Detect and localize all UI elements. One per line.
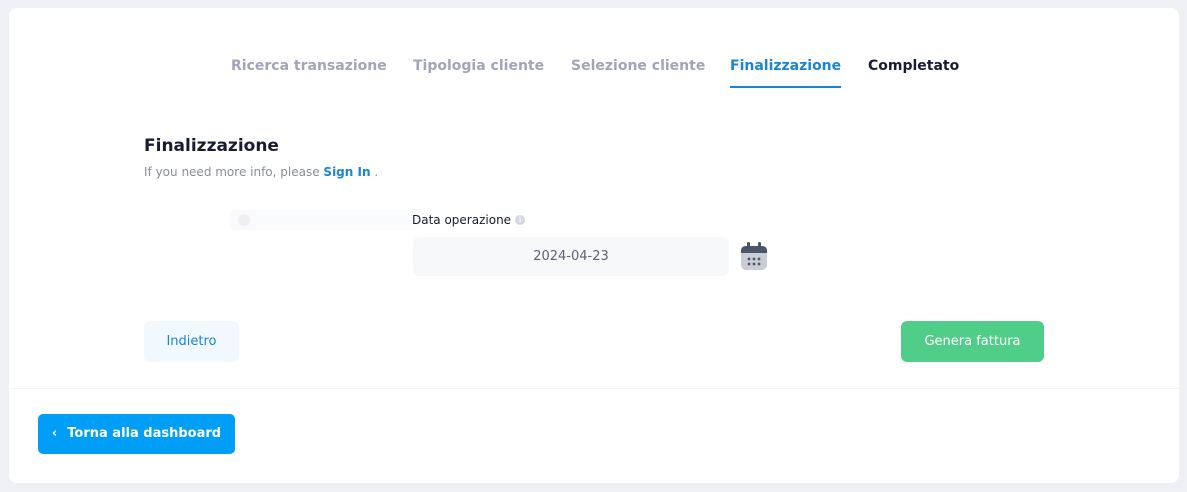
page-subtitle: If you need more info, please Sign In . <box>144 165 378 179</box>
info-icon[interactable]: i <box>515 215 526 225</box>
generate-invoice-button[interactable]: Genera fattura <box>901 321 1044 362</box>
step-selezione-cliente[interactable]: Selezione cliente <box>571 56 705 86</box>
faded-field-placeholder <box>230 210 420 230</box>
step-finalizzazione[interactable]: Finalizzazione <box>730 56 842 88</box>
step-ricerca-transazione[interactable]: Ricerca transazione <box>231 56 387 86</box>
step-completato[interactable]: Completato <box>868 56 959 86</box>
date-field-label: Data operazione i <box>412 213 526 227</box>
main-card: Ricerca transazione Tipologia cliente Se… <box>9 8 1179 483</box>
page-title: Finalizzazione <box>144 136 279 156</box>
sign-in-link[interactable]: Sign In <box>323 165 370 179</box>
chevron-left-icon: ‹ <box>51 426 58 441</box>
subtitle-suffix: . <box>370 165 379 179</box>
date-input[interactable]: 2024-04-23 <box>413 237 729 276</box>
calendar-icon[interactable] <box>740 241 768 271</box>
back-button[interactable]: Indietro <box>144 321 239 362</box>
stepper: Ricerca transazione Tipologia cliente Se… <box>9 56 1179 96</box>
faded-field-icon <box>238 214 250 226</box>
back-to-dashboard-button[interactable]: ‹ Torna alla dashboard <box>38 414 235 454</box>
step-tipologia-cliente[interactable]: Tipologia cliente <box>413 56 544 86</box>
dashboard-button-label: Torna alla dashboard <box>67 426 222 441</box>
date-label-text: Data operazione <box>412 213 512 227</box>
subtitle-text: If you need more info, please <box>144 165 324 179</box>
